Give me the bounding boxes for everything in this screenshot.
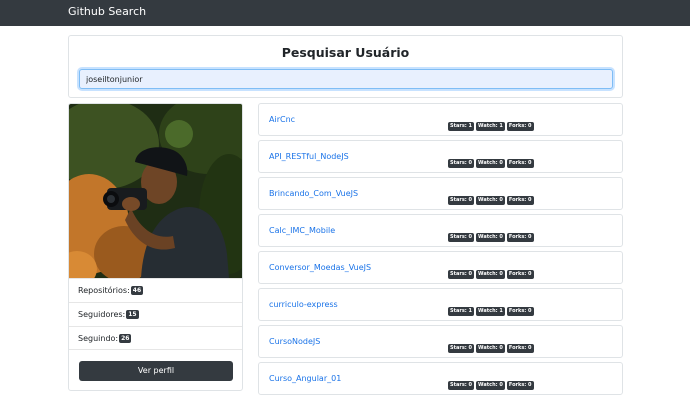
repo-badges: Stars: 1 Watch: 1 Forks: 0 <box>448 301 536 316</box>
watch-badge: Watch: 0 <box>476 233 505 242</box>
repo-badges: Stars: 0 Watch: 0 Forks: 0 <box>448 227 536 242</box>
repo-badges: Stars: 0 Watch: 0 Forks: 0 <box>448 153 536 168</box>
forks-badge: Forks: 0 <box>506 344 534 353</box>
stars-badge: Stars: 0 <box>448 344 475 353</box>
repo-link[interactable]: curriculo-express <box>269 300 338 309</box>
repo-badges: Stars: 0 Watch: 0 Forks: 0 <box>448 264 536 279</box>
stat-followers: Seguidores: 15 <box>69 302 242 326</box>
watch-badge: Watch: 1 <box>476 307 505 316</box>
watch-badge: Watch: 1 <box>476 122 505 131</box>
repo-card: API_RESTful_NodeJS Stars: 0 Watch: 0 Forks… <box>258 140 623 173</box>
repo-link[interactable]: Calc_IMC_Mobile <box>269 226 335 235</box>
stars-badge: Stars: 0 <box>448 381 475 390</box>
navbar-brand[interactable]: Github Search <box>68 5 146 18</box>
forks-badge: Forks: 0 <box>506 381 534 390</box>
stat-following: Seguindo: 26 <box>69 326 242 350</box>
stat-count-badge: 46 <box>130 286 144 295</box>
search-input[interactable] <box>79 69 613 89</box>
stat-count-badge: 26 <box>119 334 132 343</box>
stat-label: Seguindo: <box>78 334 119 343</box>
watch-badge: Watch: 0 <box>476 344 505 353</box>
search-title: Pesquisar Usuário <box>281 45 410 60</box>
search-card: Pesquisar Usuário <box>68 35 623 98</box>
stars-badge: Stars: 0 <box>448 159 475 168</box>
repo-link[interactable]: CursoNodeJS <box>269 337 320 346</box>
forks-badge: Forks: 0 <box>506 307 534 316</box>
stat-label: Seguidores: <box>78 310 126 319</box>
stars-badge: Stars: 0 <box>448 233 475 242</box>
forks-badge: Forks: 0 <box>506 270 534 279</box>
navbar: Github Search <box>0 0 690 26</box>
stars-badge: Stars: 0 <box>448 196 475 205</box>
view-profile-button[interactable]: Ver perfil <box>79 361 233 381</box>
repo-card: Calc_IMC_Mobile Stars: 0 Watch: 0 Forks: 0 <box>258 214 623 247</box>
stars-badge: Stars: 0 <box>448 270 475 279</box>
repo-link[interactable]: Curso_Angular_01 <box>269 374 341 383</box>
watch-badge: Watch: 0 <box>476 270 505 279</box>
repo-link[interactable]: Conversor_Moedas_VueJS <box>269 263 371 272</box>
repo-badges: Stars: 1 Watch: 1 Forks: 0 <box>448 116 536 131</box>
stars-badge: Stars: 1 <box>448 307 475 316</box>
repo-badges: Stars: 0 Watch: 0 Forks: 0 <box>448 338 536 353</box>
repo-link[interactable]: AirCnc <box>269 115 295 124</box>
repo-card: Conversor_Moedas_VueJS Stars: 0 Watch: 0F… <box>258 251 623 284</box>
user-avatar <box>69 104 242 278</box>
watch-badge: Watch: 0 <box>476 159 505 168</box>
repo-card: AirCnc Stars: 1 Watch: 1 Forks: 0 <box>258 103 623 136</box>
forks-badge: Forks: 0 <box>506 196 534 205</box>
stat-label: Repositórios: <box>78 286 130 295</box>
profile-card: Repositórios: 46 Seguidores: 15 Seguindo: 2… <box>68 103 243 391</box>
watch-badge: Watch: 0 <box>476 381 505 390</box>
repo-link[interactable]: Brincando_Com_VueJS <box>269 189 358 198</box>
repo-card: Curso_Angular_01 Stars: 0 Watch: 0 Forks: … <box>258 362 623 395</box>
repo-card: Brincando_Com_VueJS Stars: 0 Watch: 0 Fork… <box>258 177 623 210</box>
watch-badge: Watch: 0 <box>476 196 505 205</box>
stat-repositories: Repositórios: 46 <box>69 278 242 302</box>
repo-card: curriculo-express Stars: 1 Watch: 1 Forks:… <box>258 288 623 321</box>
forks-badge: Forks: 0 <box>506 233 534 242</box>
repo-link[interactable]: API_RESTful_NodeJS <box>269 152 349 161</box>
forks-badge: Forks: 0 <box>506 159 534 168</box>
repo-card: CursoNodeJS Stars: 0 Watch: 0 Forks: 0 <box>258 325 623 358</box>
forks-badge: Forks: 0 <box>506 122 534 131</box>
stars-badge: Stars: 1 <box>448 122 475 131</box>
repo-badges: Stars: 0 Watch: 0 Forks: 0 <box>448 190 536 205</box>
stat-count-badge: 15 <box>126 310 139 319</box>
repo-badges: Stars: 0 Watch: 0 Forks: 0 <box>448 375 536 390</box>
